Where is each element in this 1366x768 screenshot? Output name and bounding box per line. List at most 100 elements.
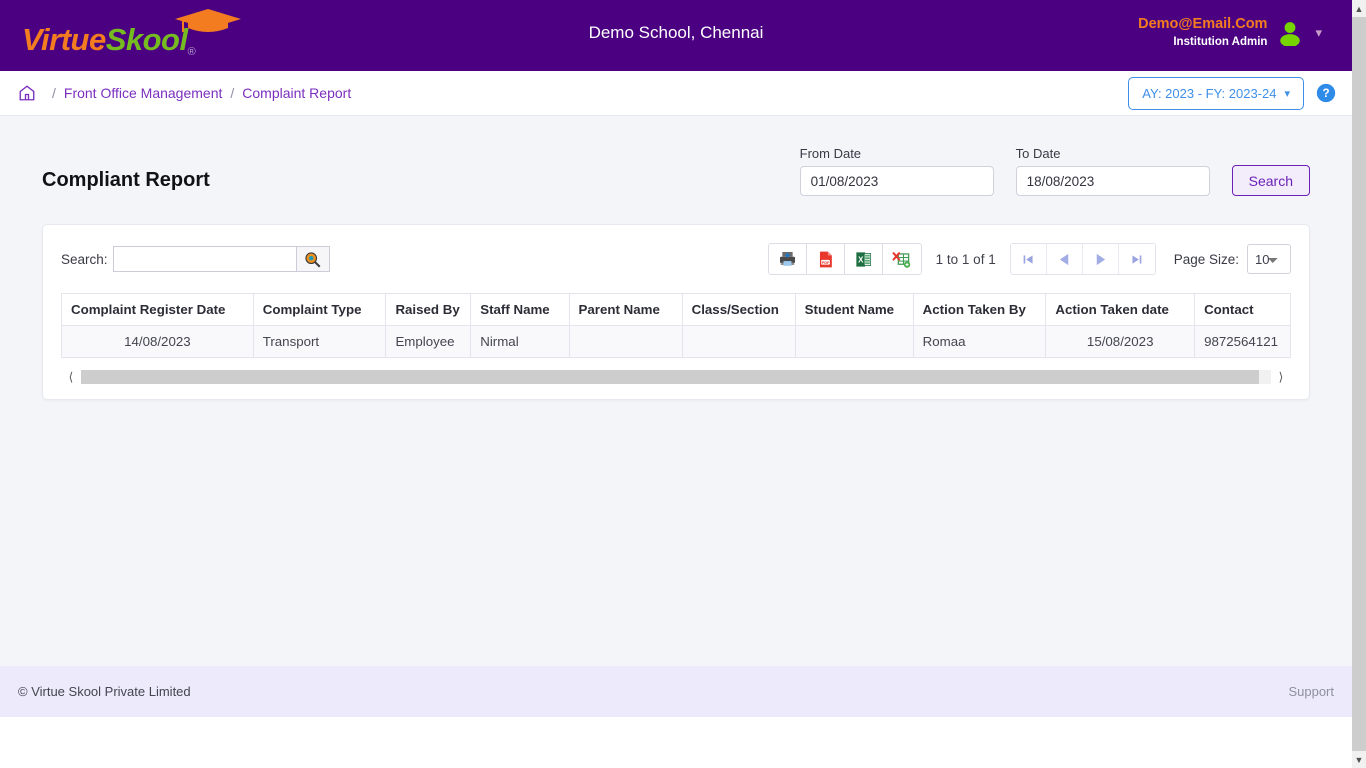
page-size-label: Page Size: <box>1173 251 1239 267</box>
column-header-contact[interactable]: Contact <box>1194 293 1291 326</box>
table-body: 14/08/2023 Transport Employee Nirmal Rom… <box>61 325 1291 358</box>
top-header: VirtueSkool® Demo School, Chennai Demo@E… <box>0 0 1352 71</box>
xml-export-icon <box>892 251 911 268</box>
first-page-icon <box>1023 254 1033 264</box>
breadcrumb-separator-1: / <box>52 85 56 101</box>
footer-copyright: © Virtue Skool Private Limited <box>18 684 191 699</box>
to-date-group: To Date <box>1015 146 1210 196</box>
cell-student-name <box>794 325 914 358</box>
column-header-action-taken-by[interactable]: Action Taken By <box>912 293 1047 326</box>
from-date-label: From Date <box>799 146 862 161</box>
academic-year-selector[interactable]: AY: 2023 - FY: 2023-24 ▾ <box>1128 76 1304 110</box>
scrollbar-track[interactable] <box>81 370 1271 384</box>
user-email: Demo@Email.Com <box>1138 16 1268 32</box>
printer-icon <box>779 251 795 266</box>
cell-class-section <box>681 325 796 358</box>
help-circle-icon[interactable]: ? <box>1316 83 1336 103</box>
last-page-button[interactable] <box>1118 244 1155 274</box>
cell-action-taken-date: 15/08/2023 <box>1045 325 1196 358</box>
svg-text:PDF: PDF <box>821 259 829 264</box>
chevron-up-icon[interactable]: ▲ <box>1352 0 1366 17</box>
logo-wordmark: VirtueSkool® <box>22 22 196 58</box>
user-avatar-icon[interactable] <box>1277 20 1303 46</box>
breadcrumb-separator-2: / <box>230 85 235 101</box>
pdf-file-icon: PDF <box>819 251 832 267</box>
next-page-icon <box>1096 253 1105 265</box>
cell-contact: 9872564121 <box>1194 325 1291 358</box>
report-card: Search: PDF X 1 to 1 of 1 Page Size: 10 … <box>42 224 1310 400</box>
previous-page-button[interactable] <box>1046 244 1083 274</box>
toolbar-right: PDF X 1 to 1 of 1 Page Size: 10 <box>767 243 1291 275</box>
export-button-group: PDF X <box>767 243 922 275</box>
footer-support-link[interactable]: Support <box>1288 684 1334 699</box>
cell-action-taken-by: Romaa <box>912 325 1047 358</box>
logo-virtue-text: Virtue <box>22 22 106 57</box>
to-date-label: To Date <box>1015 146 1061 161</box>
first-page-button[interactable] <box>1010 244 1047 274</box>
breadcrumb-actions: AY: 2023 - FY: 2023-24 ▾ ? <box>1128 76 1336 110</box>
column-header-complaint-register-date[interactable]: Complaint Register Date <box>61 293 254 326</box>
cell-complaint-type: Transport <box>252 325 387 358</box>
page-title: Compliant Report <box>42 169 210 191</box>
pagination-group <box>1009 243 1156 275</box>
table-search-group: Search: <box>61 246 330 272</box>
browser-scrollbar[interactable]: ▲ ▼ <box>1352 0 1366 768</box>
chevron-down-icon: ▾ <box>1284 87 1290 100</box>
chevron-left-icon[interactable]: ⟨ <box>61 370 81 384</box>
cell-parent-name <box>568 325 683 358</box>
column-header-raised-by[interactable]: Raised By <box>385 293 472 326</box>
page-body: Compliant Report From Date To Date Searc… <box>0 116 1352 717</box>
table-search-button[interactable] <box>295 246 330 272</box>
from-date-input[interactable] <box>799 166 994 196</box>
column-header-parent-name[interactable]: Parent Name <box>568 293 683 326</box>
previous-page-icon <box>1059 253 1068 265</box>
breadcrumb-parent-link[interactable]: Front Office Management <box>64 85 222 101</box>
table-scroll-container: Complaint Register Date Complaint Type R… <box>61 293 1291 385</box>
excel-export-button[interactable]: X <box>844 244 883 274</box>
table-row[interactable]: 14/08/2023 Transport Employee Nirmal Rom… <box>61 325 1291 358</box>
app-root: VirtueSkool® Demo School, Chennai Demo@E… <box>0 0 1352 768</box>
column-header-action-taken-date[interactable]: Action Taken date <box>1045 293 1196 326</box>
logo-skool-text: Skool <box>105 22 188 57</box>
breadcrumb-bar: / Front Office Management / Complaint Re… <box>0 71 1352 116</box>
svg-text:?: ? <box>1322 87 1329 100</box>
search-button[interactable]: Search <box>1231 165 1310 196</box>
print-export-button[interactable] <box>768 244 807 274</box>
table-search-input[interactable] <box>112 246 296 272</box>
cell-staff-name: Nirmal <box>470 325 570 358</box>
home-icon[interactable] <box>18 84 36 102</box>
user-menu[interactable]: Demo@Email.Com Institution Admin ▾ <box>1138 15 1322 50</box>
table-head: Complaint Register Date Complaint Type R… <box>61 293 1291 326</box>
user-role: Institution Admin <box>1173 35 1268 48</box>
chevron-right-icon[interactable]: ⟩ <box>1271 370 1291 384</box>
page-footer: © Virtue Skool Private Limited Support <box>0 666 1352 717</box>
page-size-select[interactable]: 10 <box>1247 244 1291 274</box>
magnifier-icon <box>305 251 321 267</box>
pdf-export-button[interactable]: PDF <box>806 244 845 274</box>
to-date-input[interactable] <box>1015 166 1210 196</box>
complaint-report-table: Complaint Register Date Complaint Type R… <box>61 293 1291 358</box>
table-toolbar: Search: PDF X 1 to 1 of 1 Page Size: 10 <box>61 243 1291 275</box>
chevron-down-icon[interactable]: ▼ <box>1352 751 1366 768</box>
from-date-group: From Date <box>799 146 994 196</box>
column-header-staff-name[interactable]: Staff Name <box>470 293 570 326</box>
page-header-row: Compliant Report From Date To Date Searc… <box>42 116 1310 196</box>
column-header-class-section[interactable]: Class/Section <box>681 293 796 326</box>
cell-complaint-register-date: 14/08/2023 <box>61 325 254 358</box>
svg-text:X: X <box>858 255 864 264</box>
academic-year-label: AY: 2023 - FY: 2023-24 <box>1142 85 1277 101</box>
next-page-button[interactable] <box>1082 244 1119 274</box>
logo-registered-mark: ® <box>187 46 196 58</box>
user-info: Demo@Email.Com Institution Admin <box>1138 15 1267 50</box>
xml-export-button[interactable] <box>882 244 921 274</box>
table-horizontal-scrollbar[interactable]: ⟨ ⟩ <box>61 369 1291 385</box>
last-page-icon <box>1132 254 1142 264</box>
cell-raised-by: Employee <box>385 325 472 358</box>
column-header-complaint-type[interactable]: Complaint Type <box>252 293 387 326</box>
record-count: 1 to 1 of 1 <box>935 251 996 267</box>
excel-file-icon: X <box>856 251 871 267</box>
column-header-student-name[interactable]: Student Name <box>794 293 914 326</box>
virtueskool-logo[interactable]: VirtueSkool® <box>22 8 272 63</box>
scrollbar-thumb[interactable] <box>81 370 1260 384</box>
chevron-down-icon[interactable]: ▾ <box>1315 25 1322 41</box>
